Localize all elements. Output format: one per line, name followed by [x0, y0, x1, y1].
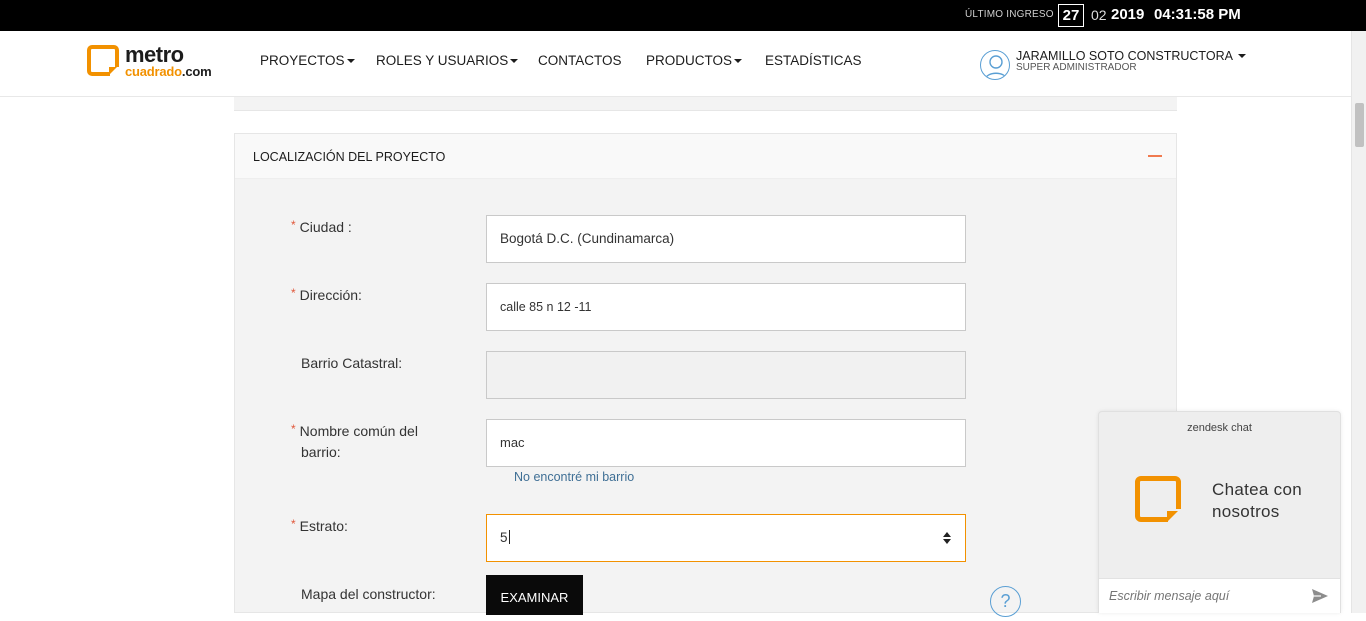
caret-down-icon — [510, 59, 519, 63]
scrollbar-thumb[interactable] — [1355, 103, 1364, 147]
panel-header[interactable]: LOCALIZACIÓN DEL PROYECTO — [235, 134, 1176, 179]
user-role: SUPER ADMINISTRADOR — [1016, 62, 1137, 73]
examinar-button[interactable]: EXAMINAR — [486, 575, 583, 615]
previous-panel-edge — [234, 97, 1177, 111]
user-menu[interactable]: JARAMILLO SOTO CONSTRUCTORA SUPER ADMINI… — [980, 49, 1246, 83]
no-encontre-barrio-link[interactable]: No encontré mi barrio — [514, 470, 634, 484]
logo-text-cuadrado: cuadrado.com — [125, 64, 212, 79]
last-login-label: ÚLTIMO INGRESO — [965, 9, 1054, 20]
metrocuadrado-logo[interactable]: metro cuadrado.com — [87, 42, 227, 83]
zendesk-chat-widget[interactable]: zendesk chat Chatea con nosotros — [1098, 411, 1341, 613]
caret-down-icon — [734, 59, 743, 63]
last-login-month: 02 — [1091, 7, 1107, 23]
send-icon[interactable] — [1311, 588, 1329, 604]
top-status-bar: ÚLTIMO INGRESO 27 02 2019 04:31:58 PM — [0, 0, 1366, 31]
nav-roles-usuarios[interactable]: ROLES Y USUARIOS — [376, 53, 519, 68]
label-estrato: * Estrato: — [291, 517, 348, 534]
nav-estadisticas[interactable]: ESTADÍSTICAS — [765, 53, 862, 68]
caret-down-icon — [346, 59, 355, 63]
ciudad-field[interactable]: Bogotá D.C. (Cundinamarca) — [486, 215, 966, 263]
last-login-day: 27 — [1058, 4, 1084, 27]
user-avatar-icon — [980, 50, 1010, 80]
label-ciudad: * Ciudad : — [291, 218, 352, 235]
label-mapa: Mapa del constructor: — [301, 586, 436, 602]
caret-down-icon — [1237, 54, 1246, 58]
nav-productos[interactable]: PRODUCTOS — [646, 53, 743, 68]
help-icon[interactable]: ? — [990, 586, 1021, 617]
chat-title: Chatea con nosotros — [1212, 480, 1302, 521]
chat-logo-icon — [1135, 476, 1185, 526]
last-login-time: 04:31:58 PM — [1154, 6, 1241, 23]
estrato-value: 5 — [500, 530, 508, 545]
estrato-stepper[interactable]: 5 — [486, 514, 966, 562]
direccion-field[interactable]: calle 85 n 12 -11 — [486, 283, 966, 331]
user-name: JARAMILLO SOTO CONSTRUCTORA — [1016, 49, 1246, 63]
chat-brand-label: zendesk chat — [1187, 422, 1252, 434]
collapse-minus-icon[interactable] — [1148, 155, 1162, 157]
main-navbar: metro cuadrado.com PROYECTOS ROLES Y USU… — [0, 31, 1351, 97]
label-nombre-barrio: * Nombre común del barrio: — [291, 422, 418, 460]
barrio-catastral-field — [486, 351, 966, 399]
chat-message-input[interactable] — [1109, 589, 1299, 603]
label-barrio-catastral: Barrio Catastral: — [301, 355, 403, 371]
nombre-barrio-field[interactable]: mac — [486, 419, 966, 467]
nav-proyectos[interactable]: PROYECTOS — [260, 53, 355, 68]
panel-title: LOCALIZACIÓN DEL PROYECTO — [253, 150, 446, 164]
label-direccion: * Dirección: — [291, 286, 362, 303]
page-scrollbar[interactable] — [1351, 31, 1366, 613]
chat-input-bar — [1099, 578, 1340, 613]
last-login-year: 2019 — [1111, 6, 1145, 23]
stepper-arrows-icon[interactable] — [943, 532, 951, 544]
nav-contactos[interactable]: CONTACTOS — [538, 53, 622, 68]
